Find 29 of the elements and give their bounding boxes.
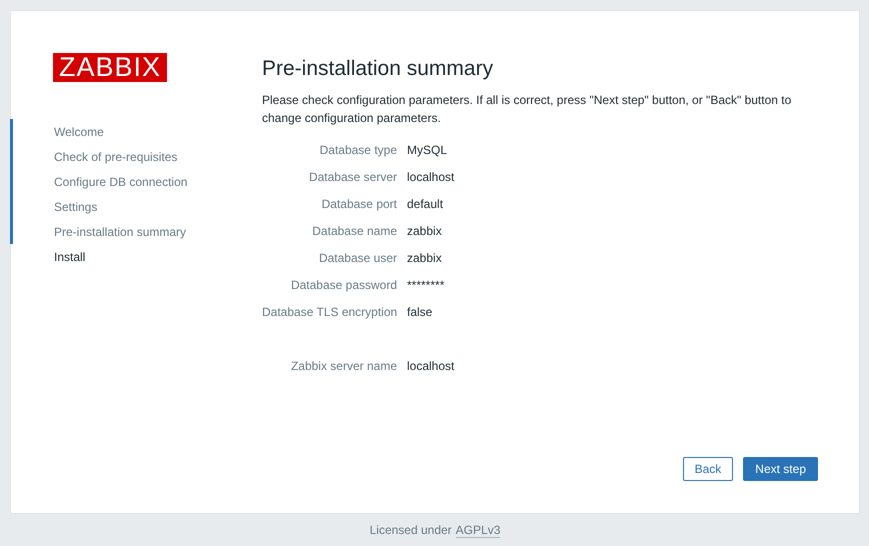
field-label: Database server — [308, 169, 397, 186]
field-label: Database type — [318, 142, 397, 159]
field-label: Database port — [320, 196, 397, 213]
field-value: localhost — [407, 169, 454, 186]
field-label: Database user — [318, 250, 397, 267]
field-value: localhost — [407, 358, 454, 375]
field-value: default — [407, 196, 444, 213]
field-value: zabbix — [407, 250, 442, 267]
step-item: Pre-installation summary — [10, 219, 262, 244]
next-step-button[interactable]: Next step — [743, 457, 818, 481]
page-title: Pre-installation summary — [262, 57, 494, 81]
step-item: Settings — [10, 194, 262, 219]
step-item: Install — [53, 248, 86, 266]
license-text: Licensed under — [370, 523, 452, 537]
field-label: Database password — [290, 277, 397, 294]
field-label: Zabbix server name — [290, 358, 397, 375]
license-link[interactable]: AGPLv3 — [456, 522, 500, 538]
field-value: MySQL — [407, 142, 448, 159]
intro-text: Please check configuration parameters. If all is correct, press "Next step" button, or "Back" button to change configuration parameters. — [262, 92, 792, 127]
back-button[interactable]: Back — [682, 457, 734, 481]
field-value: false — [407, 304, 432, 321]
step-item: Check of pre-requisites — [10, 144, 262, 169]
field-label: Database TLS encryption — [262, 304, 397, 321]
field-value: zabbix — [407, 223, 442, 240]
logo: ZABBIX — [53, 53, 167, 82]
field-value: ******** — [407, 277, 444, 294]
step-item: Welcome — [10, 119, 262, 144]
field-label: Database name — [311, 223, 397, 240]
step-item: Configure DB connection — [10, 169, 262, 194]
